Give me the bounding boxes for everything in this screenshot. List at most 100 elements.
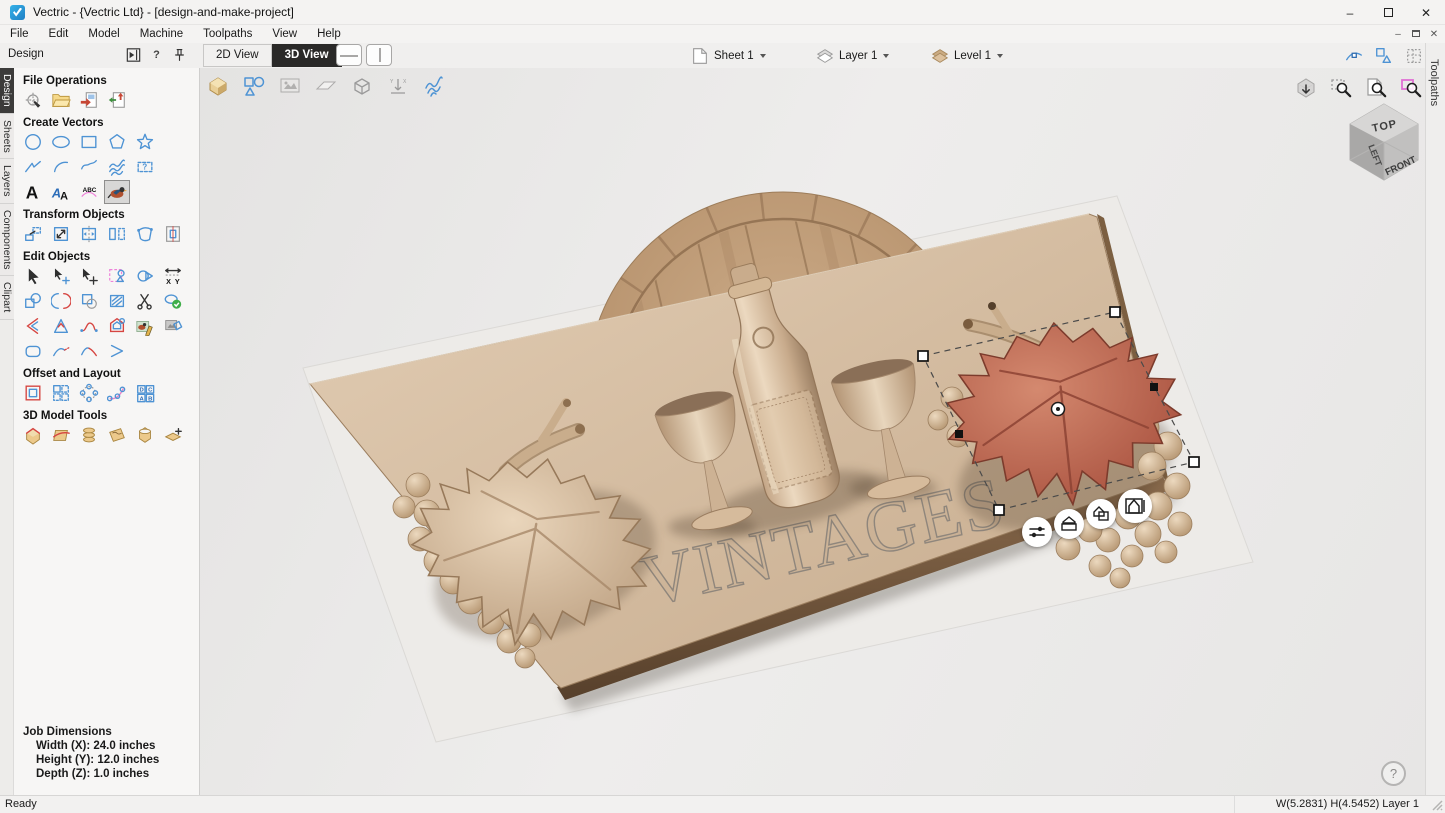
ellipse-icon[interactable] [48,130,74,154]
viewport-help-button[interactable]: ? [1381,761,1406,786]
circular-array-icon[interactable] [76,381,102,405]
3d-viewport[interactable]: YX [200,68,1425,795]
menu-model[interactable]: Model [78,27,129,41]
arc-icon[interactable] [48,155,74,179]
select-icon[interactable] [20,264,46,288]
group-select-icon[interactable] [104,264,130,288]
menu-toolpaths[interactable]: Toolpaths [193,27,262,41]
circle-icon[interactable] [20,130,46,154]
slice-model-icon[interactable] [48,423,74,447]
scale-icon[interactable] [48,222,74,246]
chevron-icon[interactable] [104,339,130,363]
text-on-curve-icon[interactable]: ABC [76,180,102,204]
fit-curve-icon[interactable] [76,314,102,338]
snap-vector-icon[interactable] [1373,45,1395,67]
side-tab-layers[interactable]: Layers [0,159,14,204]
crop-bitmap-icon[interactable] [160,314,186,338]
offset-vector-icon[interactable] [104,314,130,338]
align-icon[interactable] [160,222,186,246]
turn-model-icon[interactable] [132,423,158,447]
mdi-restore-icon[interactable] [1409,29,1423,40]
side-tab-sheets[interactable]: Sheets [0,114,14,160]
combine-add-icon[interactable] [1054,509,1084,539]
edit-picture-icon[interactable] [132,314,158,338]
layer-dropdown[interactable]: Layer 1 [815,46,889,66]
tab-toolpaths[interactable]: Toolpaths [1426,51,1442,114]
split-vertical-icon[interactable] [366,44,392,66]
svg-text:X: X [166,277,171,286]
scissors-icon[interactable] [132,289,158,313]
snap-grid-icon[interactable] [1403,45,1425,67]
side-tab-components[interactable]: Components [0,204,14,277]
resize-grip[interactable] [1431,799,1443,811]
side-tab-design[interactable]: Design [0,68,14,114]
flip-icon[interactable] [104,222,130,246]
combine-merge-icon[interactable] [1118,489,1152,523]
clipart-bird-icon[interactable] [104,180,130,204]
notch-icon[interactable] [48,314,74,338]
menu-file[interactable]: File [0,27,39,41]
maximize-icon[interactable] [1369,0,1407,25]
import-vectors-icon[interactable] [76,88,102,112]
level-dropdown[interactable]: Level 1 [930,46,1003,66]
text-icon[interactable]: A [20,180,46,204]
polygon-icon[interactable] [104,130,130,154]
snap-geometry-icon[interactable] [1343,45,1365,67]
nesting-icon[interactable]: DCAB [132,381,158,405]
extract-slices-icon[interactable] [76,423,102,447]
status-dimensions: W(5.2831) H(4.5452) Layer 1 [1276,798,1419,810]
validate-icon[interactable] [160,289,186,313]
menu-machine[interactable]: Machine [130,27,193,41]
menu-view[interactable]: View [262,27,307,41]
adjust-sliders-icon[interactable] [1022,517,1052,547]
bounding-box-icon[interactable]: ? [132,155,158,179]
move-icon[interactable] [20,222,46,246]
texture-model-icon[interactable] [104,423,130,447]
array-copy-icon[interactable] [48,381,74,405]
menu-edit[interactable]: Edit [39,27,79,41]
distort-icon[interactable] [132,222,158,246]
polyline-icon[interactable] [20,155,46,179]
texture-icon[interactable] [104,155,130,179]
collapse-panel-icon[interactable] [125,46,142,63]
export-vectors-icon[interactable] [104,88,130,112]
import-model-icon[interactable] [160,423,186,447]
node-edit-icon[interactable] [48,264,74,288]
fillet-icon[interactable] [20,289,46,313]
rectangle-icon[interactable] [76,130,102,154]
menu-help[interactable]: Help [307,27,351,41]
crop-vectors-icon[interactable] [76,289,102,313]
tab-3d-view[interactable]: 3D View [272,44,342,67]
side-tab-clipart[interactable]: Clipart [0,276,14,319]
mirror-icon[interactable] [76,222,102,246]
mdi-close-icon[interactable]: ✕ [1427,29,1441,40]
sharp-corner-icon[interactable] [20,314,46,338]
open-file-icon[interactable] [48,88,74,112]
weld-icon[interactable] [132,264,158,288]
extend-curve-icon[interactable] [48,339,74,363]
help-icon[interactable]: ? [148,46,165,63]
combine-subtract-icon[interactable] [1086,499,1116,529]
offset-icon[interactable] [20,381,46,405]
model-scene[interactable]: VINTAGES [200,68,1425,795]
mdi-minimize-icon[interactable]: – [1391,29,1405,40]
trim-icon[interactable] [48,289,74,313]
tab-2d-view[interactable]: 2D View [203,44,272,67]
curve-icon[interactable] [76,155,102,179]
copy-along-curve-icon[interactable] [104,381,130,405]
view-cube[interactable]: TOP LEFT FRONT [1346,102,1422,182]
create-shape-icon[interactable] [20,423,46,447]
auto-text-icon[interactable]: AA [48,180,74,204]
sheet-dropdown[interactable]: Sheet 1 [690,46,766,66]
job-setup-icon[interactable] [20,88,46,112]
split-horizontal-icon[interactable] [336,44,362,66]
pin-icon[interactable] [171,46,188,63]
hatch-icon[interactable] [104,289,130,313]
star-icon[interactable] [132,130,158,154]
minimize-icon[interactable]: – [1331,0,1369,25]
join-curve-icon[interactable] [76,339,102,363]
close-icon[interactable]: ✕ [1407,0,1445,25]
measure-xy-icon[interactable]: XY [160,264,186,288]
rounded-rect-icon[interactable] [20,339,46,363]
transform-select-icon[interactable] [76,264,102,288]
